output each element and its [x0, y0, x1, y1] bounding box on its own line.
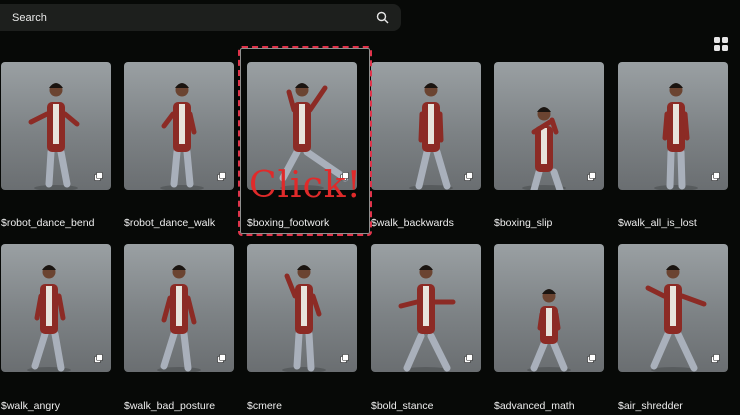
copy-icon [464, 172, 473, 181]
character-preview [282, 265, 326, 372]
animation-tile[interactable] [618, 244, 728, 372]
animation-tile[interactable] [124, 62, 234, 190]
character-preview [654, 83, 698, 190]
character-preview [527, 289, 571, 372]
click-annotation: Click! [249, 165, 363, 206]
character-preview [157, 265, 201, 372]
copy-icon [340, 354, 349, 363]
copy-icon [587, 354, 596, 363]
copy-icon [217, 354, 226, 363]
copy-icon [464, 354, 473, 363]
character-preview [645, 265, 707, 372]
search-input[interactable]: Search [12, 12, 47, 24]
character-preview [160, 83, 204, 190]
animation-tile[interactable] [247, 244, 357, 372]
copy-icon [711, 354, 720, 363]
character-preview [398, 265, 456, 372]
character-preview [522, 107, 566, 190]
animation-tile[interactable] [494, 244, 604, 372]
copy-icon [711, 172, 720, 181]
character-preview [27, 265, 71, 372]
tile-label: $robot_dance_walk [124, 217, 216, 229]
animation-tile[interactable] [618, 62, 728, 190]
search-icon[interactable] [376, 11, 389, 24]
character-preview [409, 83, 453, 190]
tile-label: $bold_stance [371, 400, 434, 412]
copy-icon [94, 172, 103, 181]
tile-label: $walk_bad_posture [124, 400, 216, 412]
copy-icon [587, 172, 596, 181]
copy-icon [94, 354, 103, 363]
tile-label: $walk_backwards [371, 217, 454, 229]
tile-label: $walk_angry [1, 400, 60, 412]
search-bar[interactable]: Search [0, 4, 401, 31]
animation-tile[interactable] [371, 62, 481, 190]
tile-label: $boxing_slip [494, 217, 553, 229]
tile-label: $air_shredder [618, 400, 683, 412]
animation-tile[interactable] [1, 62, 111, 190]
grid-view-icon[interactable] [714, 37, 728, 51]
animation-tile[interactable] [494, 62, 604, 190]
character-preview [28, 83, 80, 190]
click-highlight [238, 46, 372, 236]
animation-tile[interactable] [124, 244, 234, 372]
tile-label: $advanced_math [494, 400, 575, 412]
tile-label: $robot_dance_bend [1, 217, 95, 229]
animation-tile[interactable] [1, 244, 111, 372]
tile-label: $cmere [247, 400, 283, 412]
copy-icon [217, 172, 226, 181]
tile-label: $walk_all_is_lost [618, 217, 697, 229]
animation-tile[interactable] [371, 244, 481, 372]
